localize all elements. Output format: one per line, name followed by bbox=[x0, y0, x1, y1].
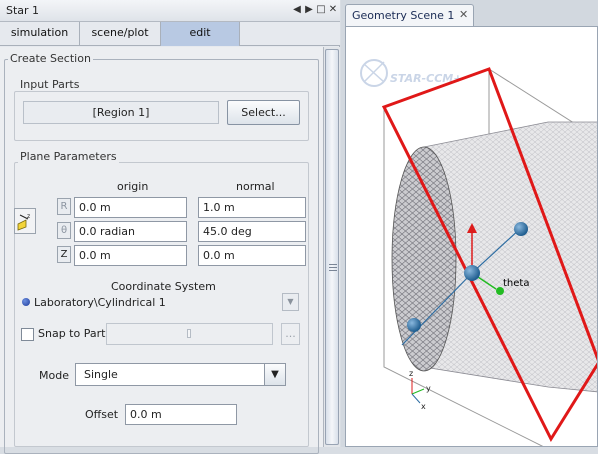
scroll-right-icon[interactable]: ▶ bbox=[303, 4, 315, 16]
snap-part-field bbox=[106, 323, 273, 345]
snap-part-browse-button[interactable]: ... bbox=[281, 323, 300, 345]
select-parts-label: Select... bbox=[241, 106, 286, 119]
input-parts-value-text: [Region 1] bbox=[92, 106, 150, 119]
axis-z-button[interactable]: Z bbox=[57, 246, 71, 263]
panel-titlebar: Star 1 ◀ ▶ □ ✕ bbox=[0, 0, 340, 22]
properties-panel: Star 1 ◀ ▶ □ ✕ simulation scene/plot edi… bbox=[0, 0, 340, 454]
triad-z-label: z bbox=[409, 369, 413, 378]
snap-to-part-label: Snap to Part bbox=[38, 327, 106, 340]
tab-geometry-scene[interactable]: Geometry Scene 1 ✕ bbox=[345, 4, 474, 26]
normal-z-value: 0.0 m bbox=[203, 249, 235, 262]
normal-theta-value: 45.0 deg bbox=[203, 225, 252, 238]
scene-canvas: STAR-CCM+ theta z y x bbox=[360, 59, 597, 446]
tab-simulation-label: simulation bbox=[10, 26, 69, 39]
axis-z-label: Z bbox=[60, 249, 68, 260]
maximize-icon[interactable]: □ bbox=[315, 4, 327, 16]
input-parts-value: [Region 1] bbox=[23, 101, 219, 124]
grip-line bbox=[329, 267, 337, 268]
normal-header: normal bbox=[236, 180, 275, 193]
normal-z-field[interactable]: 0.0 m bbox=[198, 245, 306, 266]
tab-edit-label: edit bbox=[189, 26, 211, 39]
tab-simulation[interactable]: simulation bbox=[0, 22, 80, 46]
coordinate-system-dropdown[interactable]: ▼ bbox=[282, 293, 299, 311]
mode-value: Single bbox=[84, 368, 118, 381]
select-parts-button[interactable]: Select... bbox=[227, 100, 300, 125]
triad-x-label: x bbox=[421, 402, 426, 411]
geometry-viewport[interactable]: STAR-CCM+ theta z y x bbox=[345, 26, 598, 447]
offset-value: 0.0 m bbox=[130, 408, 162, 421]
normal-r-value: 1.0 m bbox=[203, 201, 235, 214]
axis-theta-button[interactable]: θ bbox=[57, 222, 71, 239]
plane-widget-button[interactable]: z bbox=[14, 208, 36, 234]
origin-r-value: 0.0 m bbox=[79, 201, 111, 214]
axis-triad: z y x bbox=[409, 369, 431, 411]
coordinate-system-value: Laboratory\Cylindrical 1 bbox=[34, 296, 166, 309]
origin-header: origin bbox=[117, 180, 149, 193]
chevron-down-icon[interactable]: ▼ bbox=[264, 364, 285, 385]
scroll-left-icon[interactable]: ◀ bbox=[291, 4, 303, 16]
cylinder-mesh bbox=[391, 121, 597, 393]
vertical-scrollbar[interactable] bbox=[323, 47, 340, 447]
theta-label: theta bbox=[503, 278, 529, 289]
mode-label: Mode bbox=[39, 369, 69, 382]
star-ccm-logo: STAR-CCM+ bbox=[360, 59, 462, 87]
scene-tab-label: Geometry Scene 1 bbox=[352, 9, 455, 22]
tab-scene-plot[interactable]: scene/plot bbox=[80, 22, 161, 46]
axis-r-label: R bbox=[60, 201, 68, 212]
create-section-title: Create Section bbox=[8, 52, 93, 65]
snap-part-browse-label: ... bbox=[285, 327, 296, 340]
offset-label: Offset bbox=[85, 408, 119, 421]
input-parts-title: Input Parts bbox=[18, 78, 82, 91]
offset-field[interactable]: 0.0 m bbox=[125, 404, 237, 425]
tab-edit[interactable]: edit bbox=[161, 22, 240, 46]
axis-theta-label: θ bbox=[60, 225, 68, 236]
plane-tool-icon: z bbox=[17, 213, 30, 231]
plane-parameters-title: Plane Parameters bbox=[18, 150, 119, 163]
close-icon[interactable]: ✕ bbox=[459, 8, 468, 21]
snap-part-slider-grip bbox=[187, 329, 191, 338]
origin-theta-field[interactable]: 0.0 radian bbox=[74, 221, 187, 242]
origin-z-value: 0.0 m bbox=[79, 249, 111, 262]
close-icon[interactable]: ✕ bbox=[327, 4, 339, 16]
editor-scroll-area: Create Section Input Parts [Region 1] Se… bbox=[0, 47, 323, 454]
normal-theta-field[interactable]: 45.0 deg bbox=[198, 221, 306, 242]
origin-r-field[interactable]: 0.0 m bbox=[74, 197, 187, 218]
tab-bar: simulation scene/plot edit bbox=[0, 22, 340, 46]
triad-y-label: y bbox=[426, 384, 431, 393]
panel-title: Star 1 bbox=[6, 4, 40, 17]
origin-z-field[interactable]: 0.0 m bbox=[74, 245, 187, 266]
grip-line bbox=[329, 270, 337, 271]
svg-text:z: z bbox=[27, 213, 30, 220]
grip-line bbox=[329, 264, 337, 265]
tab-scene-plot-label: scene/plot bbox=[91, 26, 149, 39]
snap-to-part-checkbox[interactable] bbox=[21, 328, 34, 341]
mode-select[interactable]: Single ▼ bbox=[75, 363, 286, 386]
scene-panel: Geometry Scene 1 ✕ STAR-CCM+ theta z y x bbox=[341, 0, 598, 447]
normal-r-field[interactable]: 1.0 m bbox=[198, 197, 306, 218]
coordinate-system-icon bbox=[22, 298, 30, 306]
coordinate-system-title: Coordinate System bbox=[111, 280, 216, 293]
scrollbar-thumb[interactable] bbox=[325, 49, 339, 445]
origin-theta-value: 0.0 radian bbox=[79, 225, 136, 238]
axis-r-button[interactable]: R bbox=[57, 198, 71, 215]
